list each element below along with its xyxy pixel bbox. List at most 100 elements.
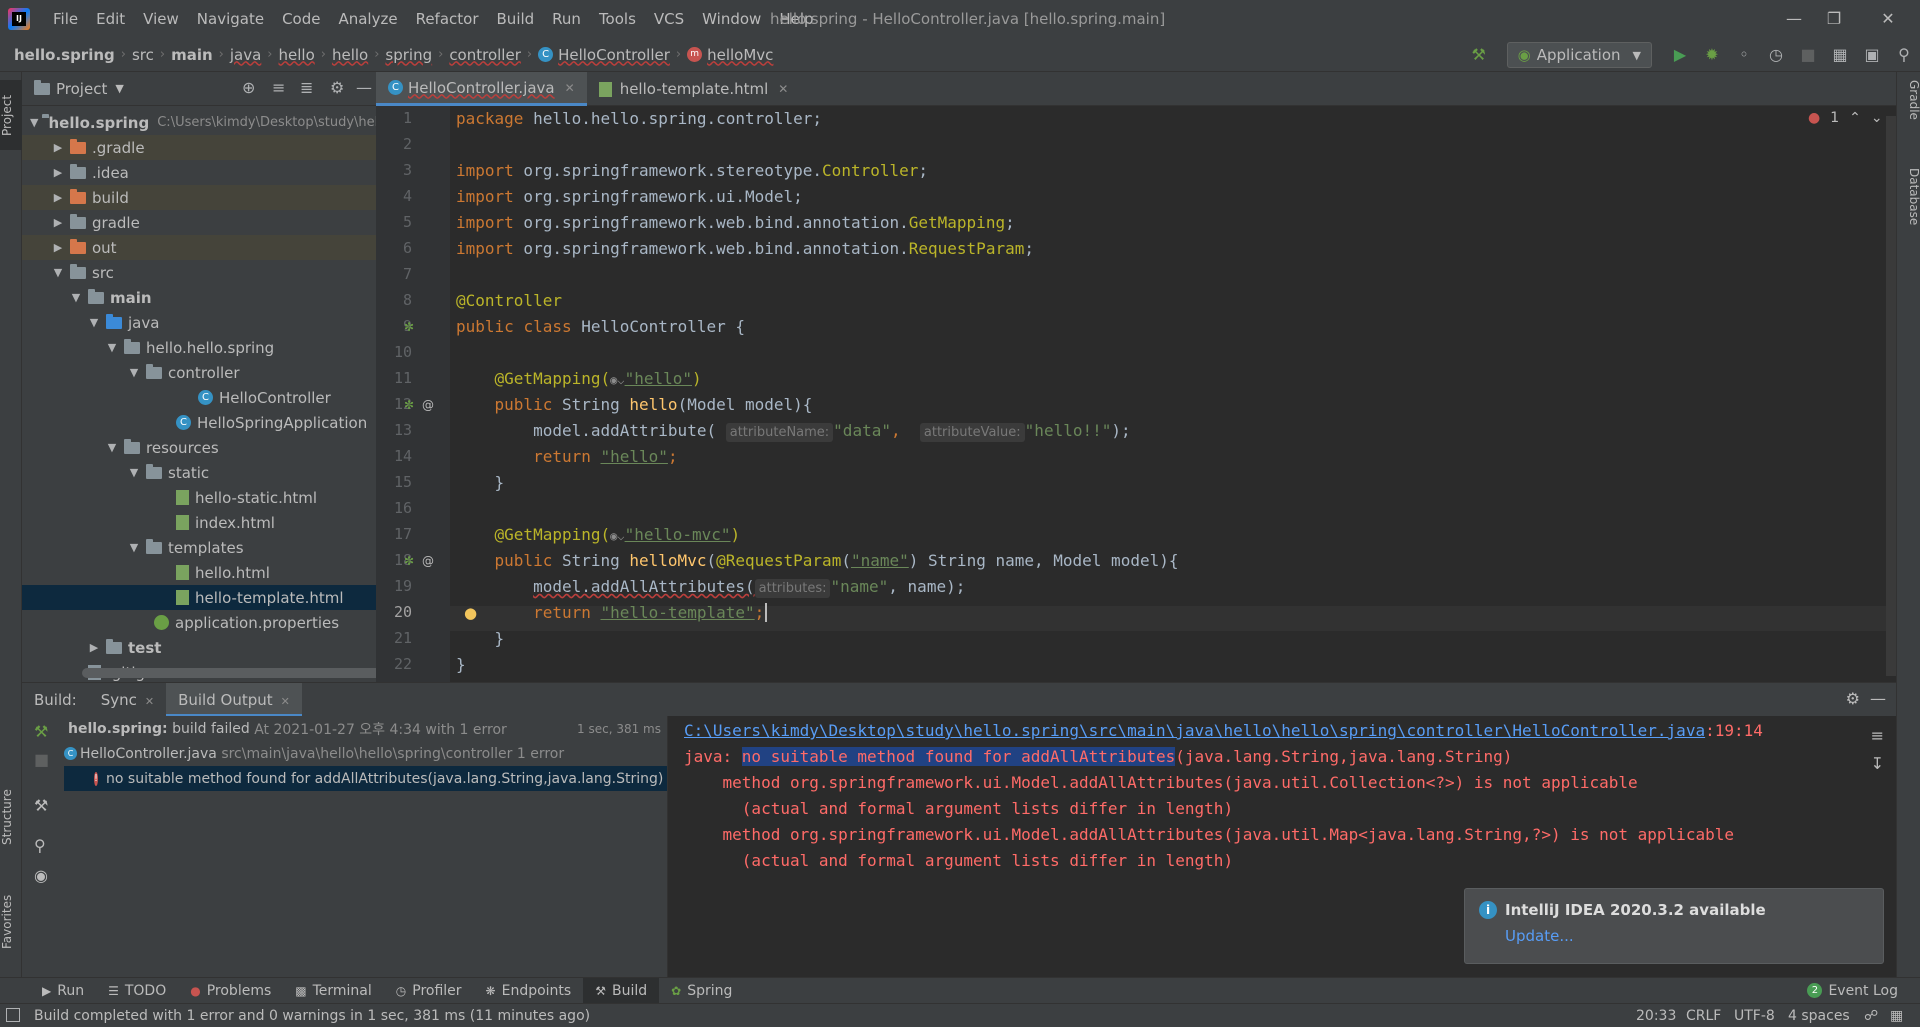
build-file-row[interactable]: C HelloController.java src\main\java\hell… [64, 741, 667, 766]
menu-file[interactable]: File [44, 0, 87, 38]
expand-all-icon[interactable]: ≡ [272, 78, 285, 97]
close-tab-icon[interactable]: ✕ [565, 81, 575, 95]
favorites-side-tab[interactable]: Favorites [0, 882, 22, 962]
hide-panel-icon[interactable]: — [356, 78, 372, 97]
project-side-tab[interactable]: Project [0, 80, 22, 150]
tab-hello-controller[interactable]: C HelloController.java ✕ [376, 72, 587, 106]
close-tab-icon[interactable]: ✕ [778, 82, 788, 96]
lightbulb-icon[interactable]: ● [464, 604, 477, 622]
endpoint-gutter-icon[interactable]: ✼ [404, 554, 414, 568]
project-title[interactable]: Project [56, 80, 107, 98]
menu-vcs[interactable]: VCS [645, 0, 693, 38]
endpoint-gutter-icon[interactable]: ✼ [404, 398, 414, 412]
tool-tab-endpoints[interactable]: ❋ Endpoints [474, 978, 584, 1004]
tree-item-src[interactable]: ▼ src [22, 260, 376, 285]
chevron-down-icon[interactable]: ▼ [115, 82, 123, 95]
menu-edit[interactable]: Edit [87, 0, 134, 38]
memory-indicator-icon[interactable]: ▦ [1890, 1004, 1903, 1027]
tree-item-java[interactable]: ▼ java [22, 310, 376, 335]
crumb-hello-2[interactable]: hello [332, 46, 368, 64]
toggle-tool-windows-icon[interactable] [6, 1008, 20, 1022]
tool-tab-problems[interactable]: ● Problems [178, 978, 283, 1004]
structure-side-tab[interactable]: Structure [0, 772, 22, 862]
line-separator[interactable]: CRLF [1686, 1004, 1721, 1027]
bean-gutter-icon[interactable]: ✼ [404, 320, 414, 334]
tree-item-index[interactable]: index.html [22, 510, 376, 535]
tab-sync[interactable]: Sync ✕ [89, 683, 166, 717]
tree-item-package[interactable]: ▼ hello.hello.spring [22, 335, 376, 360]
menu-navigate[interactable]: Navigate [188, 0, 273, 38]
wrench-icon[interactable]: ⚒ [34, 796, 48, 815]
build-result-row[interactable]: hello.spring: build failed At 2021-01-27… [64, 716, 667, 741]
close-tab-icon[interactable]: ✕ [281, 695, 290, 708]
tree-item-out[interactable]: ▶ out [22, 235, 376, 260]
search-icon[interactable]: ⚲ [1890, 41, 1918, 69]
tree-item-application[interactable]: C HelloSpringApplication [22, 410, 376, 435]
build-error-row[interactable]: ! no suitable method found for addAllAttr… [64, 766, 667, 791]
crumb-controller[interactable]: controller [449, 46, 521, 64]
horizontal-scrollbar[interactable] [82, 668, 402, 678]
output-file-link[interactable]: C:\Users\kimdy\Desktop\study\hello.sprin… [684, 721, 1705, 740]
tool-tab-terminal[interactable]: ▩ Terminal [283, 978, 384, 1004]
menu-build[interactable]: Build [488, 0, 544, 38]
menu-code[interactable]: Code [273, 0, 329, 38]
tree-item-properties[interactable]: application.properties [22, 610, 376, 635]
crumb-hello-controller[interactable]: C HelloController [538, 46, 670, 64]
at-gutter-icon[interactable]: @ [422, 398, 434, 412]
tab-build-output[interactable]: Build Output ✕ [166, 682, 302, 717]
tool-tab-spring[interactable]: ✿ Spring [659, 978, 744, 1004]
scroll-to-end-icon[interactable]: ↧ [1871, 754, 1884, 773]
tree-item-resources[interactable]: ▼ resources [22, 435, 376, 460]
tab-hello-template[interactable]: hello-template.html ✕ [587, 72, 801, 106]
crumb-spring[interactable]: spring [385, 46, 432, 64]
coverage-icon[interactable]: ◦ [1730, 41, 1758, 69]
indent-setting[interactable]: 4 spaces [1788, 1004, 1850, 1027]
tree-item-templates[interactable]: ▼ templates [22, 535, 376, 560]
menu-tools[interactable]: Tools [590, 0, 645, 38]
restore-icon[interactable]: ❐ [1810, 0, 1858, 38]
lock-icon[interactable]: ☍ [1864, 1004, 1878, 1027]
close-window-icon[interactable]: ✕ [1864, 0, 1912, 38]
crumb-hello-1[interactable]: hello [279, 46, 315, 64]
locate-icon[interactable]: ⊕ [242, 78, 255, 97]
gear-icon[interactable]: ⚙ [1846, 689, 1860, 708]
tree-item-hello-template[interactable]: hello-template.html [22, 585, 376, 610]
tool-tab-profiler[interactable]: ◷ Profiler [384, 978, 474, 1004]
database-side-tab[interactable]: Database [1897, 168, 1920, 225]
soft-wrap-icon[interactable]: ≡ [1871, 726, 1884, 745]
run-config-selector[interactable]: ◉ Application ▼ [1506, 42, 1652, 68]
status-message[interactable]: Build completed with 1 error and 0 warni… [34, 1008, 590, 1024]
error-indicator[interactable]: ● 1 ⌃ ⌄ [1808, 110, 1883, 126]
tree-item-test[interactable]: ▶ test [22, 635, 376, 660]
tree-item-hello-static[interactable]: hello-static.html [22, 485, 376, 510]
crumb-method[interactable]: m helloMvc [687, 46, 773, 64]
tree-item-static[interactable]: ▼ static [22, 460, 376, 485]
project-structure-icon[interactable]: ▦ [1826, 41, 1854, 69]
presentation-icon[interactable]: ▣ [1858, 41, 1886, 69]
tree-item-hello-html[interactable]: hello.html [22, 560, 376, 585]
editor-scrollbar[interactable] [1886, 116, 1896, 676]
close-tab-icon[interactable]: ✕ [145, 695, 154, 708]
tree-item-root[interactable]: ▼ hello.spring C:\Users\kimdy\Desktop\stud… [22, 110, 376, 135]
hide-panel-icon[interactable]: — [1870, 689, 1886, 708]
caret-position[interactable]: 20:33 [1636, 1004, 1676, 1027]
collapse-all-icon[interactable]: ≣ [300, 78, 313, 97]
debug-icon[interactable]: ✹ [1698, 41, 1726, 69]
eye-icon[interactable]: ◉ [34, 866, 48, 885]
tool-tab-build[interactable]: ⚒ Build [583, 977, 660, 1004]
at-gutter-icon[interactable]: @ [422, 554, 434, 568]
tool-tab-todo[interactable]: ☰ TODO [96, 978, 178, 1004]
crumb-main[interactable]: main [171, 46, 213, 64]
build-hammer-icon[interactable]: ⚒ [1465, 41, 1493, 69]
menu-refactor[interactable]: Refactor [407, 0, 488, 38]
rebuild-hammer-icon[interactable]: ⚒ [34, 722, 48, 741]
tree-item-gradle[interactable]: ▶ gradle [22, 210, 376, 235]
tree-item-idea[interactable]: ▶ .idea [22, 160, 376, 185]
crumb-java[interactable]: java [230, 46, 261, 64]
menu-view[interactable]: View [134, 0, 188, 38]
crumb-project[interactable]: hello.spring [14, 46, 115, 64]
profile-icon[interactable]: ◷ [1762, 41, 1790, 69]
file-encoding[interactable]: UTF-8 [1734, 1004, 1775, 1027]
update-link[interactable]: Update... [1505, 927, 1869, 945]
menu-window[interactable]: Window [693, 0, 770, 38]
